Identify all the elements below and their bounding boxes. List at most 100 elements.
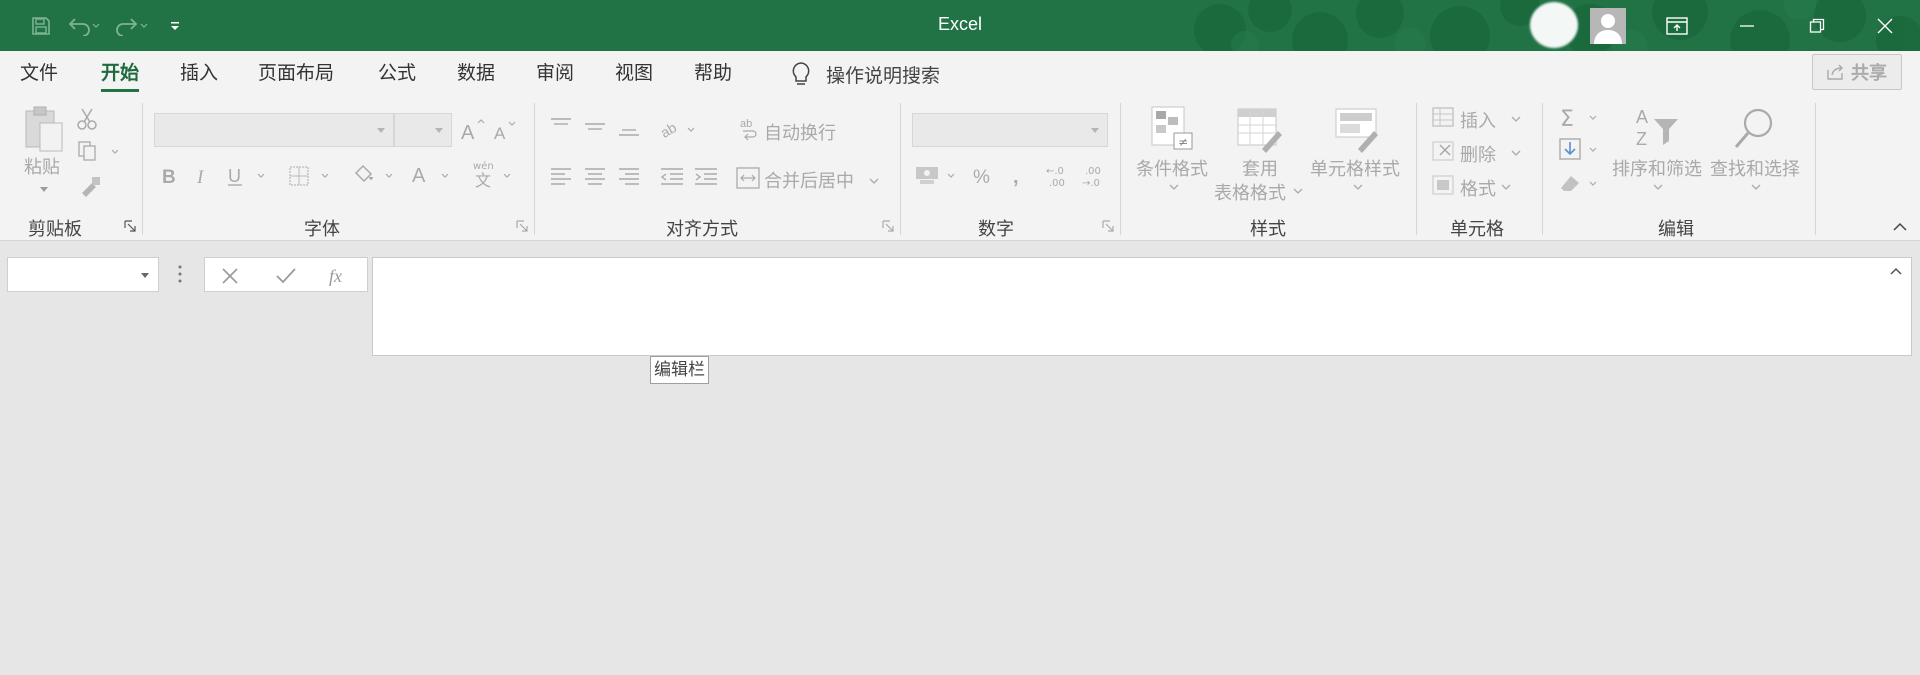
- bottom-align-button[interactable]: [618, 119, 640, 141]
- eraser-icon: [1561, 176, 1597, 191]
- svg-text:,: ,: [1013, 166, 1019, 187]
- cut-button[interactable]: [76, 107, 98, 135]
- align-center-button[interactable]: [584, 167, 606, 191]
- insert-function-icon[interactable]: fx: [327, 264, 353, 288]
- underline-icon: U: [228, 166, 265, 186]
- increase-font-button[interactable]: A: [460, 117, 486, 147]
- increase-decimal-button[interactable]: ←.0.00: [1044, 163, 1072, 193]
- sort-filter-button[interactable]: 排序和筛选: [1612, 155, 1702, 181]
- fill-button[interactable]: [1558, 137, 1604, 167]
- format-as-table-icon: [1236, 105, 1284, 159]
- italic-icon: I: [196, 167, 205, 188]
- underline-button[interactable]: U: [226, 165, 270, 191]
- font-dialog-launcher-icon[interactable]: [516, 220, 528, 232]
- bold-button[interactable]: B: [160, 165, 180, 191]
- font-name-combo[interactable]: [154, 113, 394, 147]
- svg-text:I: I: [196, 167, 205, 187]
- collapse-ribbon-icon[interactable]: [1892, 222, 1908, 232]
- share-button[interactable]: 共享: [1812, 54, 1902, 90]
- clear-button[interactable]: [1558, 171, 1604, 199]
- format-cells-button[interactable]: 格式: [1460, 175, 1496, 201]
- merge-center-button[interactable]: 合并后居中: [764, 167, 854, 193]
- find-select-dropdown-icon[interactable]: [1750, 183, 1762, 191]
- alignment-dialog-launcher-icon[interactable]: [882, 220, 894, 232]
- autosum-button[interactable]: Σ: [1560, 105, 1604, 135]
- percent-style-button[interactable]: %: [972, 165, 996, 191]
- svg-text:%: %: [973, 167, 990, 187]
- user-icon: [1594, 14, 1622, 44]
- orientation-button[interactable]: ab: [658, 117, 700, 145]
- font-size-combo[interactable]: [394, 113, 452, 147]
- conditional-format-dropdown-icon[interactable]: [1168, 183, 1180, 191]
- decrease-font-button[interactable]: A: [493, 119, 519, 147]
- fill-color-button[interactable]: [352, 163, 398, 191]
- insert-cells-button[interactable]: 插入: [1460, 107, 1496, 133]
- format-cells-dropdown-icon[interactable]: [1500, 183, 1512, 191]
- tab-insert[interactable]: 插入: [180, 51, 218, 97]
- top-align-button[interactable]: [550, 117, 572, 139]
- close-button[interactable]: [1850, 0, 1920, 51]
- divider: [1416, 103, 1417, 235]
- increase-indent-button[interactable]: [694, 167, 718, 191]
- tab-review[interactable]: 审阅: [536, 51, 574, 97]
- drag-handle-icon[interactable]: [178, 262, 182, 286]
- tab-formulas[interactable]: 公式: [378, 51, 416, 97]
- tab-help[interactable]: 帮助: [694, 51, 732, 97]
- insert-cells-dropdown-icon[interactable]: [1510, 115, 1522, 123]
- cell-styles-button[interactable]: 单元格样式: [1310, 155, 1400, 181]
- confirm-entry-icon[interactable]: [275, 267, 297, 285]
- italic-button[interactable]: I: [194, 165, 214, 191]
- avatar[interactable]: [1590, 8, 1626, 44]
- borders-button[interactable]: [288, 165, 334, 191]
- conditional-format-button[interactable]: 条件格式: [1136, 155, 1208, 181]
- cancel-entry-icon[interactable]: [221, 267, 239, 285]
- tab-file[interactable]: 文件: [20, 51, 58, 97]
- comma-style-button[interactable]: ,: [1010, 165, 1024, 191]
- wrap-text-button[interactable]: 自动换行: [764, 119, 836, 145]
- format-table-label-2[interactable]: 表格格式: [1214, 179, 1286, 205]
- delete-cells-button[interactable]: 删除: [1460, 141, 1496, 167]
- divider: [142, 103, 143, 235]
- collapse-formula-bar-icon[interactable]: [1889, 266, 1903, 276]
- cell-styles-dropdown-icon[interactable]: [1352, 183, 1364, 191]
- tab-page-layout[interactable]: 页面布局: [258, 51, 334, 97]
- clipboard-dialog-launcher-icon[interactable]: [124, 220, 136, 232]
- format-table-label-1[interactable]: 套用: [1242, 155, 1278, 181]
- ribbon-display-options-button[interactable]: [1642, 0, 1712, 51]
- copy-button[interactable]: [78, 141, 119, 165]
- tab-view[interactable]: 视图: [615, 51, 653, 97]
- minimize-button[interactable]: [1712, 0, 1782, 51]
- font-color-button[interactable]: A: [410, 163, 456, 191]
- tell-me-search[interactable]: 操作说明搜索: [790, 58, 940, 90]
- editing-group-label: 编辑: [1658, 219, 1694, 240]
- decrease-decimal-button[interactable]: .00 →.0: [1080, 163, 1108, 193]
- name-box[interactable]: [7, 257, 159, 292]
- decrease-indent-button[interactable]: [660, 167, 684, 191]
- number-dialog-launcher-icon[interactable]: [1102, 220, 1114, 232]
- sort-filter-dropdown-icon[interactable]: [1652, 183, 1664, 191]
- divider: [900, 103, 901, 235]
- accounting-format-button[interactable]: [914, 163, 960, 191]
- find-select-button[interactable]: 查找和选择: [1710, 155, 1800, 181]
- middle-align-button[interactable]: [584, 117, 606, 139]
- tab-home[interactable]: 开始: [101, 51, 140, 97]
- restore-button[interactable]: [1782, 0, 1852, 51]
- tell-me-label: 操作说明搜索: [826, 64, 941, 87]
- number-format-combo[interactable]: [912, 113, 1108, 147]
- decrease-font-icon: A: [494, 121, 516, 143]
- tab-data[interactable]: 数据: [457, 51, 495, 97]
- formula-input[interactable]: [372, 257, 1912, 356]
- paste-dropdown-caret[interactable]: [40, 187, 48, 192]
- delete-cells-dropdown-icon[interactable]: [1510, 149, 1522, 157]
- phonetic-guide-button[interactable]: wén 文: [470, 159, 516, 193]
- cell-styles-glyph-icon: [1335, 108, 1378, 153]
- merge-center-dropdown-icon[interactable]: [868, 177, 880, 185]
- format-table-dropdown-icon[interactable]: [1292, 187, 1304, 195]
- align-left-button[interactable]: [550, 167, 572, 191]
- accounting-format-icon: [916, 167, 955, 184]
- alignment-group-label: 对齐方式: [666, 219, 738, 240]
- format-painter-button[interactable]: [78, 175, 102, 201]
- align-right-button[interactable]: [618, 167, 640, 191]
- menu-bar: 文件 开始 插入 页面布局 公式 数据 审阅 视图 帮助 操作说明搜索: [0, 51, 1920, 97]
- formula-buttons: fx: [204, 257, 368, 292]
